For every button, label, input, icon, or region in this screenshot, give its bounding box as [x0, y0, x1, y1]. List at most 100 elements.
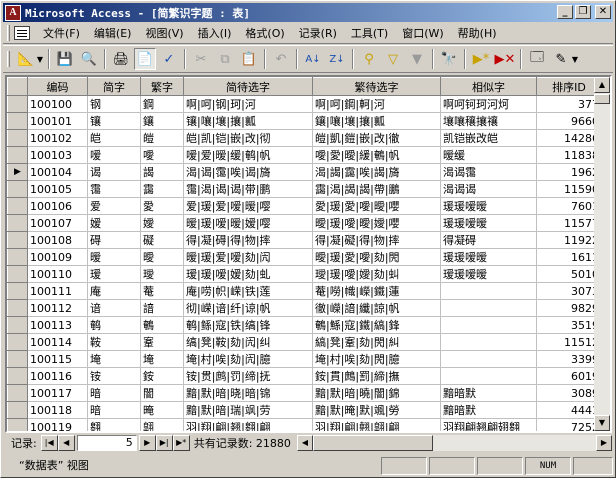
- spell-check-icon[interactable]: ✓: [158, 48, 180, 70]
- cut-icon[interactable]: ✂: [190, 48, 212, 70]
- simplified-char-cell[interactable]: 镶: [87, 112, 141, 130]
- minimize-button[interactable]: _: [557, 5, 573, 19]
- simplified-candidates-cell[interactable]: 庵|唠|帜|嵘|铁|莲: [183, 282, 313, 300]
- similar-chars-cell[interactable]: 凯铠嵌改皑: [440, 129, 537, 147]
- menu-window[interactable]: 窗口(W): [395, 24, 450, 43]
- simplified-candidates-cell[interactable]: 瑷|瑗|嗳|嫒|劾|虬: [183, 265, 313, 283]
- record-selector[interactable]: [7, 401, 28, 419]
- find-icon[interactable]: 🔭: [438, 48, 460, 70]
- simplified-candidates-cell[interactable]: 埯|村|唉|劾|闶|臆: [183, 350, 313, 368]
- close-button[interactable]: ✕: [595, 5, 611, 19]
- code-cell[interactable]: 100101: [27, 112, 88, 130]
- similar-chars-cell[interactable]: 得凝碍: [440, 231, 537, 249]
- traditional-candidates-cell[interactable]: 靄|渴|謁|謁|帶|鵬: [312, 180, 441, 198]
- code-cell[interactable]: 100118: [27, 401, 88, 419]
- traditional-candidates-cell[interactable]: 羽|翔|翩|翹|翶|翩: [312, 418, 441, 431]
- simplified-char-cell[interactable]: 嗳: [87, 146, 141, 164]
- similar-chars-cell[interactable]: [440, 333, 537, 351]
- simplified-char-cell[interactable]: 庵: [87, 282, 141, 300]
- simplified-candidates-cell[interactable]: 得|凝|碍|得|物|摔: [183, 231, 313, 249]
- menu-help[interactable]: 帮助(H): [451, 24, 504, 43]
- simplified-char-cell[interactable]: 嫒: [87, 214, 141, 232]
- simplified-char-cell[interactable]: 鹌: [87, 316, 141, 334]
- column-header[interactable]: 相似字: [440, 77, 537, 96]
- menu-records[interactable]: 记录(R): [292, 24, 344, 43]
- traditional-candidates-cell[interactable]: 愛|瑗|愛|噯|曖|嚶: [312, 197, 441, 215]
- traditional-char-cell[interactable]: 鑲: [140, 112, 184, 130]
- code-cell[interactable]: 100102: [27, 129, 88, 147]
- table-row[interactable]: 100106 爱愛爱|瑗|爱|嗳|暧|嘤 愛|瑗|愛|噯|曖|嚶 瑗瑗嗳暧 7601: [7, 197, 602, 215]
- table-row[interactable]: 100116 铵銨铵|贯|鹧|罚|缔|抚 銨|貫|鷓|罰|締|撫 6019: [7, 367, 602, 385]
- sort-id-cell[interactable]: 7601: [536, 197, 602, 215]
- simplified-candidates-cell[interactable]: 鹌|鲧|寇|铁|缟|锋: [183, 316, 313, 334]
- simplified-char-cell[interactable]: 埯: [87, 350, 141, 368]
- select-all-corner[interactable]: [7, 77, 28, 96]
- code-cell[interactable]: 100111: [27, 282, 88, 300]
- menu-tools[interactable]: 工具(T): [344, 24, 395, 43]
- code-cell[interactable]: 100113: [27, 316, 88, 334]
- column-header[interactable]: 简字: [87, 77, 141, 96]
- print-icon[interactable]: 🖨: [110, 48, 132, 70]
- simplified-candidates-cell[interactable]: 铵|贯|鹧|罚|缔|抚: [183, 367, 313, 385]
- record-selector[interactable]: [7, 214, 28, 232]
- sort-id-cell[interactable]: 3089: [536, 384, 602, 402]
- traditional-candidates-cell[interactable]: 啊|呵|鋼|軻|河: [312, 95, 441, 113]
- traditional-char-cell[interactable]: 諳: [140, 299, 184, 317]
- traditional-candidates-cell[interactable]: 縞|凳|鞌|劾|閌|糾: [312, 333, 441, 351]
- record-selector[interactable]: [7, 367, 28, 385]
- traditional-char-cell[interactable]: 晻: [140, 401, 184, 419]
- traditional-char-cell[interactable]: 嬡: [140, 214, 184, 232]
- undo-icon[interactable]: ↶: [270, 48, 292, 70]
- title-bar[interactable]: A Microsoft Access - [简繁识字题 : 表] _ ❐ ✕: [3, 3, 613, 22]
- sort-id-cell[interactable]: 5010: [536, 265, 602, 283]
- table-row[interactable]: 100102 皑皚皑|凯|铠|嵌|改|彻 皚|凱|鎧|嵌|改|徹 凯铠嵌改皑 14286: [7, 129, 602, 147]
- print-preview-icon[interactable]: 🔍: [78, 48, 100, 70]
- record-selector[interactable]: [7, 248, 28, 266]
- sort-id-cell[interactable]: 11838: [536, 146, 602, 164]
- simplified-candidates-cell[interactable]: 霭|渴|谒|谒|带|鹏: [183, 180, 313, 198]
- similar-chars-cell[interactable]: 渴谒霭: [440, 163, 537, 181]
- traditional-char-cell[interactable]: 菴: [140, 282, 184, 300]
- sort-id-cell[interactable]: 3399: [536, 350, 602, 368]
- apply-filter-icon[interactable]: ▼: [406, 48, 428, 70]
- traditional-char-cell[interactable]: 銨: [140, 367, 184, 385]
- similar-chars-cell[interactable]: 啊呵钶珂河炣: [440, 95, 537, 113]
- similar-chars-cell[interactable]: 瑗瑗嗳暧: [440, 248, 537, 266]
- new-record-icon[interactable]: ▶*: [470, 48, 492, 70]
- new-object-icon[interactable]: ✎: [550, 48, 572, 70]
- simplified-candidates-cell[interactable]: 渴|谒|霭|唉|谒|旖: [183, 163, 313, 181]
- simplified-candidates-cell[interactable]: 暧|瑗|嗳|暧|嫒|嘤: [183, 214, 313, 232]
- similar-chars-cell[interactable]: 壤嚷穰攘禳: [440, 112, 537, 130]
- traditional-candidates-cell[interactable]: 埯|村|唉|劾|閌|臆: [312, 350, 441, 368]
- table-row[interactable]: ▶ 100104 谒謁渴|谒|霭|唉|谒|旖 渴|謁|靄|唉|謁|旖 渴谒霭 1962: [7, 163, 602, 181]
- simplified-char-cell[interactable]: 爱: [87, 197, 141, 215]
- table-row[interactable]: 100118 暗晻黯|默|暗|瑞|飒|劳 黯|默|晻|默|颯|勞 黯暗默 4441: [7, 401, 602, 419]
- view-dropdown-icon[interactable]: ▼: [36, 48, 44, 70]
- code-cell[interactable]: 100110: [27, 265, 88, 283]
- simplified-char-cell[interactable]: 皑: [87, 129, 141, 147]
- horizontal-scrollbar[interactable]: ◀ ▶: [296, 435, 612, 451]
- table-row[interactable]: 100117 暗闇黯|默|暗|晓|暗|锦 黯|默|暗|曉|闇|錦 黯暗默 3089: [7, 384, 602, 402]
- record-selector[interactable]: [7, 180, 28, 198]
- similar-chars-cell[interactable]: [440, 367, 537, 385]
- simplified-char-cell[interactable]: 瑷: [87, 265, 141, 283]
- record-selector[interactable]: [7, 418, 28, 431]
- preview-icon[interactable]: 📄: [134, 48, 156, 70]
- traditional-candidates-cell[interactable]: 噯|愛|曖|緩|鵪|帆: [312, 146, 441, 164]
- restore-button[interactable]: ❐: [575, 5, 591, 19]
- delete-record-icon[interactable]: ▶✕: [494, 48, 516, 70]
- menu-format[interactable]: 格式(O): [238, 24, 291, 43]
- menu-view[interactable]: 视图(V): [138, 24, 190, 43]
- record-selector[interactable]: [7, 316, 28, 334]
- table-row[interactable]: 100108 碍礙得|凝|碍|得|物|摔 得|凝|礙|得|物|摔 得凝碍 11922: [7, 231, 602, 249]
- database-window-icon[interactable]: 🗔: [526, 48, 548, 70]
- code-cell[interactable]: 100104: [27, 163, 88, 181]
- code-cell[interactable]: 100116: [27, 367, 88, 385]
- table-row[interactable]: 100105 霭靄霭|渴|谒|谒|带|鹏 靄|渴|謁|謁|帶|鵬 渴谒谒 11590: [7, 180, 602, 198]
- sort-id-cell[interactable]: 11922: [536, 231, 602, 249]
- sort-id-cell[interactable]: 3073: [536, 282, 602, 300]
- column-header[interactable]: 繁字: [140, 77, 184, 96]
- code-cell[interactable]: 100115: [27, 350, 88, 368]
- last-record-button[interactable]: ▶|: [155, 435, 173, 451]
- code-cell[interactable]: 100108: [27, 231, 88, 249]
